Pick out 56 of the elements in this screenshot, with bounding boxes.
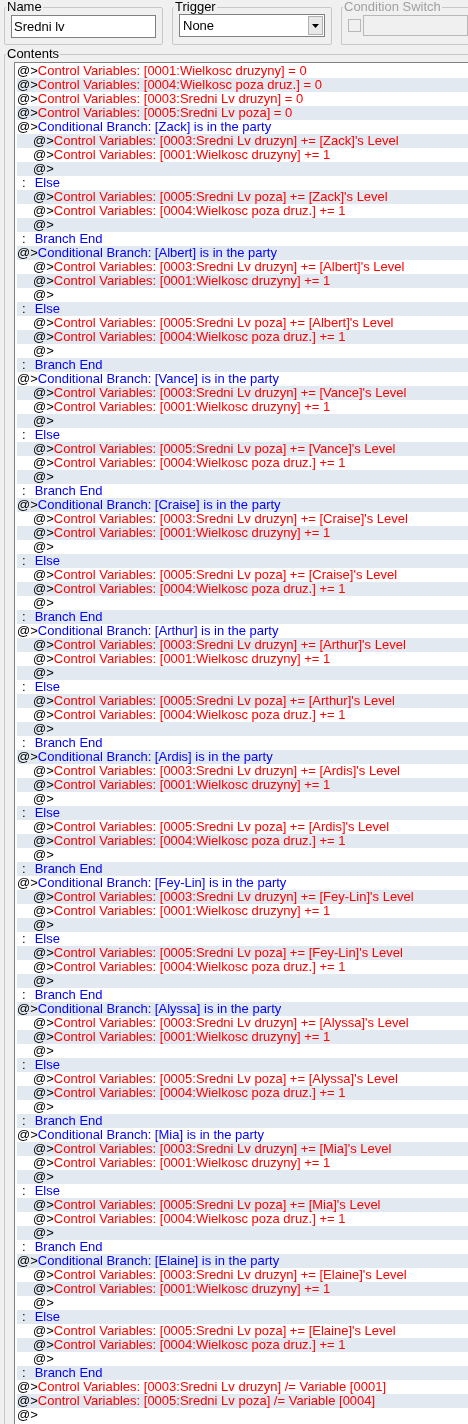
event-command[interactable]: @>Control Variables: [0004:Wielkosc poza druz.] += 1 (17, 330, 468, 344)
event-command[interactable]: @>Control Variables: [0003:Sredni Lv druzyn] += [Arthur]'s Level (17, 638, 468, 652)
event-command[interactable]: @>Control Variables: [0003:Sredni Lv druzyn] += [Mia]'s Level (17, 1142, 468, 1156)
event-command[interactable]: @>Conditional Branch: [Craise] is in the party (17, 498, 468, 512)
event-command[interactable]: @> (17, 918, 468, 932)
event-command[interactable]: @>Control Variables: [0005:Sredni Lv poza] += [Zack]'s Level (17, 190, 468, 204)
event-command[interactable]: @>Control Variables: [0005:Sredni Lv poza] = 0 (17, 106, 468, 120)
event-command[interactable]: @>Control Variables: [0003:Sredni Lv druzyn] += [Vance]'s Level (17, 386, 468, 400)
event-command[interactable]: @>Control Variables: [0004:Wielkosc poza druz.] += 1 (17, 582, 468, 596)
event-command[interactable]: @>Control Variables: [0004:Wielkosc poza druz.] += 1 (17, 834, 468, 848)
event-command[interactable]: @>Control Variables: [0005:Sredni Lv poza] += [Arthur]'s Level (17, 694, 468, 708)
event-command[interactable]: @>Control Variables: [0001:Wielkosc druzyny] += 1 (17, 778, 468, 792)
event-command[interactable]: @>Control Variables: [0001:Wielkosc druzyny] += 1 (17, 1282, 468, 1296)
event-command[interactable]: @> (17, 162, 468, 176)
event-command[interactable]: @> (17, 470, 468, 484)
event-command[interactable]: @>Control Variables: [0001:Wielkosc druzyny] += 1 (17, 526, 468, 540)
event-command[interactable]: : Branch End (17, 610, 468, 624)
event-command[interactable]: @>Control Variables: [0001:Wielkosc druzyny] += 1 (17, 1030, 468, 1044)
event-command[interactable]: : Else (17, 554, 468, 568)
event-command[interactable]: : Else (17, 806, 468, 820)
event-command[interactable]: @>Control Variables: [0005:Sredni Lv poza] += [Fey-Lin]'s Level (17, 946, 468, 960)
switch-field[interactable] (363, 15, 468, 36)
group-label: Condition Switch (343, 0, 442, 14)
event-command[interactable]: @>Control Variables: [0001:Wielkosc druzyny] += 1 (17, 274, 468, 288)
event-command[interactable]: @>Conditional Branch: [Alyssa] is in the party (17, 1002, 468, 1016)
event-command[interactable]: : Else (17, 302, 468, 316)
name-field[interactable]: Sredni lv (11, 15, 156, 38)
event-command[interactable]: @>Conditional Branch: [Albert] is in the party (17, 246, 468, 260)
group-label: Contents (6, 47, 61, 61)
event-command[interactable]: : Branch End (17, 358, 468, 372)
event-command[interactable]: @> (17, 974, 468, 988)
event-command[interactable]: : Branch End (17, 862, 468, 876)
event-command[interactable]: @>Control Variables: [0003:Sredni Lv druzyn] += [Fey-Lin]'s Level (17, 890, 468, 904)
event-command[interactable]: @>Control Variables: [0004:Wielkosc poza druz.] += 1 (17, 1338, 468, 1352)
event-command[interactable]: @>Control Variables: [0005:Sredni Lv poza] += [Mia]'s Level (17, 1198, 468, 1212)
event-command[interactable]: : Branch End (17, 1366, 468, 1380)
event-command[interactable]: @>Conditional Branch: [Ardis] is in the party (17, 750, 468, 764)
event-command[interactable]: : Else (17, 1058, 468, 1072)
event-command[interactable]: @>Control Variables: [0005:Sredni Lv poza] /= Variable [0004] (17, 1394, 468, 1408)
event-command[interactable]: @>Control Variables: [0004:Wielkosc poza druz.] = 0 (17, 78, 468, 92)
caret-icon (308, 16, 323, 35)
event-command[interactable]: : Else (17, 1310, 468, 1324)
event-command[interactable]: @> (17, 1170, 468, 1184)
group-label: Trigger (174, 0, 217, 14)
event-command[interactable]: : Branch End (17, 1114, 468, 1128)
event-command[interactable]: @>Control Variables: [0003:Sredni Lv druzyn] += [Zack]'s Level (17, 134, 468, 148)
group-label: Name (6, 0, 43, 14)
event-command[interactable]: @> (17, 414, 468, 428)
event-command[interactable]: @>Conditional Branch: [Elaine] is in the party (17, 1254, 468, 1268)
event-command[interactable]: @> (17, 722, 468, 736)
event-command[interactable]: @>Control Variables: [0005:Sredni Lv poza] += [Vance]'s Level (17, 442, 468, 456)
event-command[interactable]: @> (17, 1226, 468, 1240)
event-command[interactable]: @> (17, 218, 468, 232)
trigger-dropdown[interactable]: None (179, 14, 325, 37)
event-command[interactable]: @>Control Variables: [0004:Wielkosc poza druz.] += 1 (17, 1086, 468, 1100)
event-command[interactable]: @> (17, 666, 468, 680)
